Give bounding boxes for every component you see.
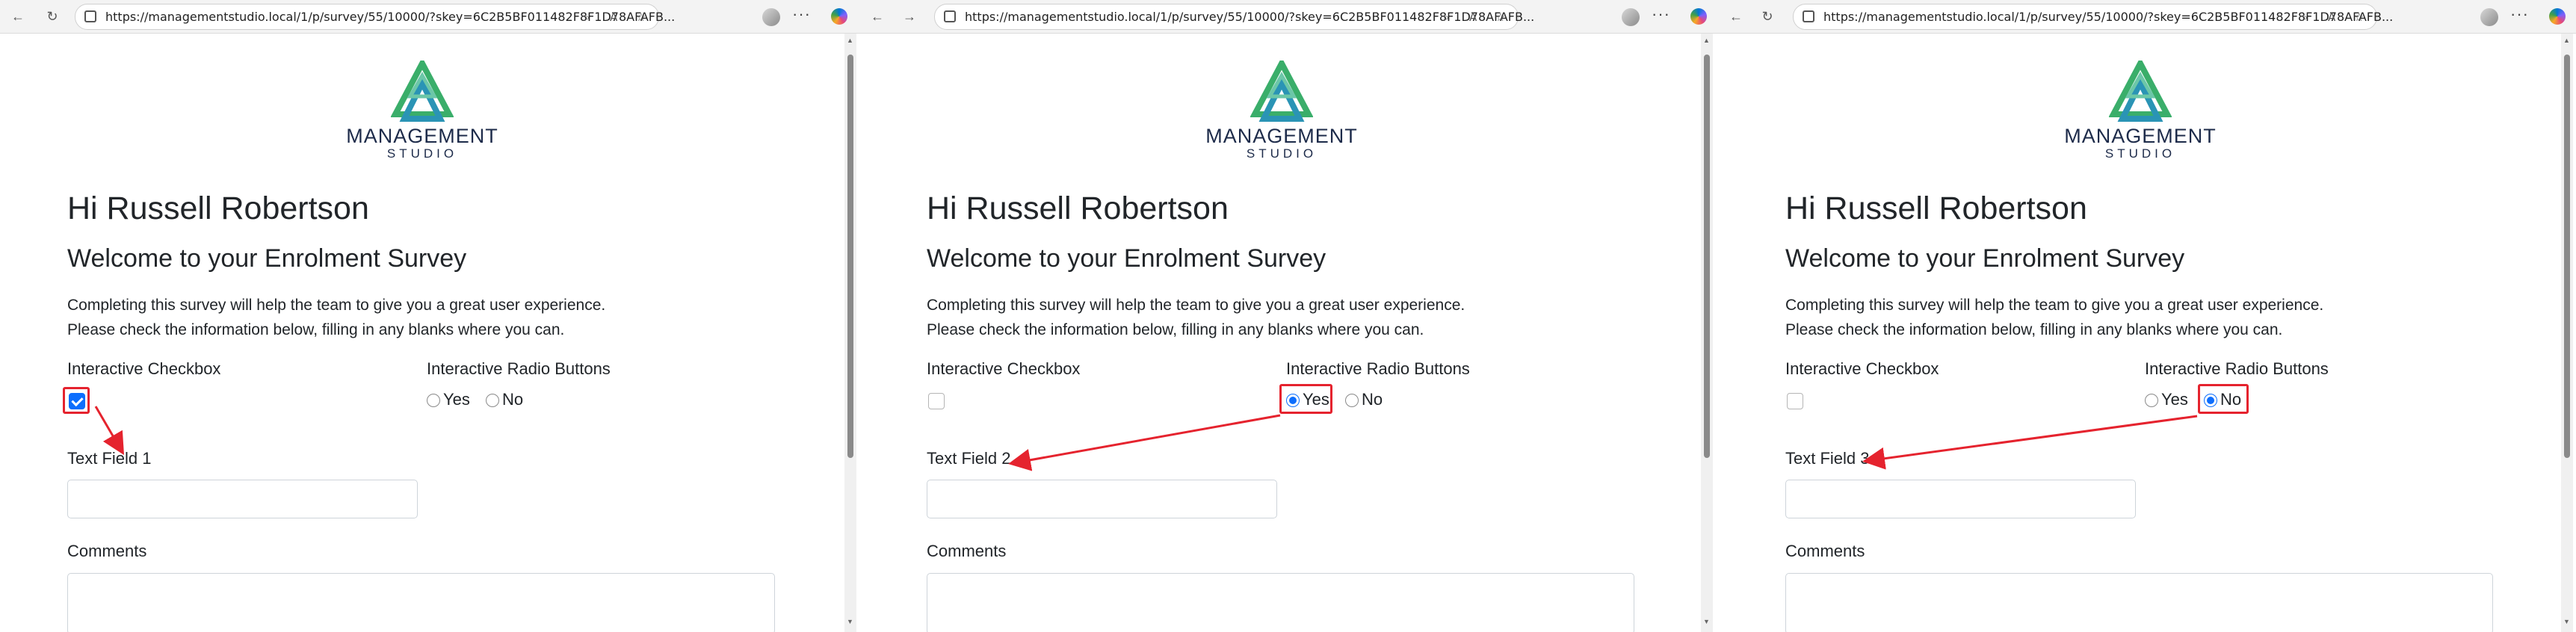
arrow-1 (94, 406, 125, 456)
arrow-3 (1862, 415, 2198, 470)
arrow-2 (1008, 414, 1281, 471)
annotation-arrows (94, 406, 2198, 471)
